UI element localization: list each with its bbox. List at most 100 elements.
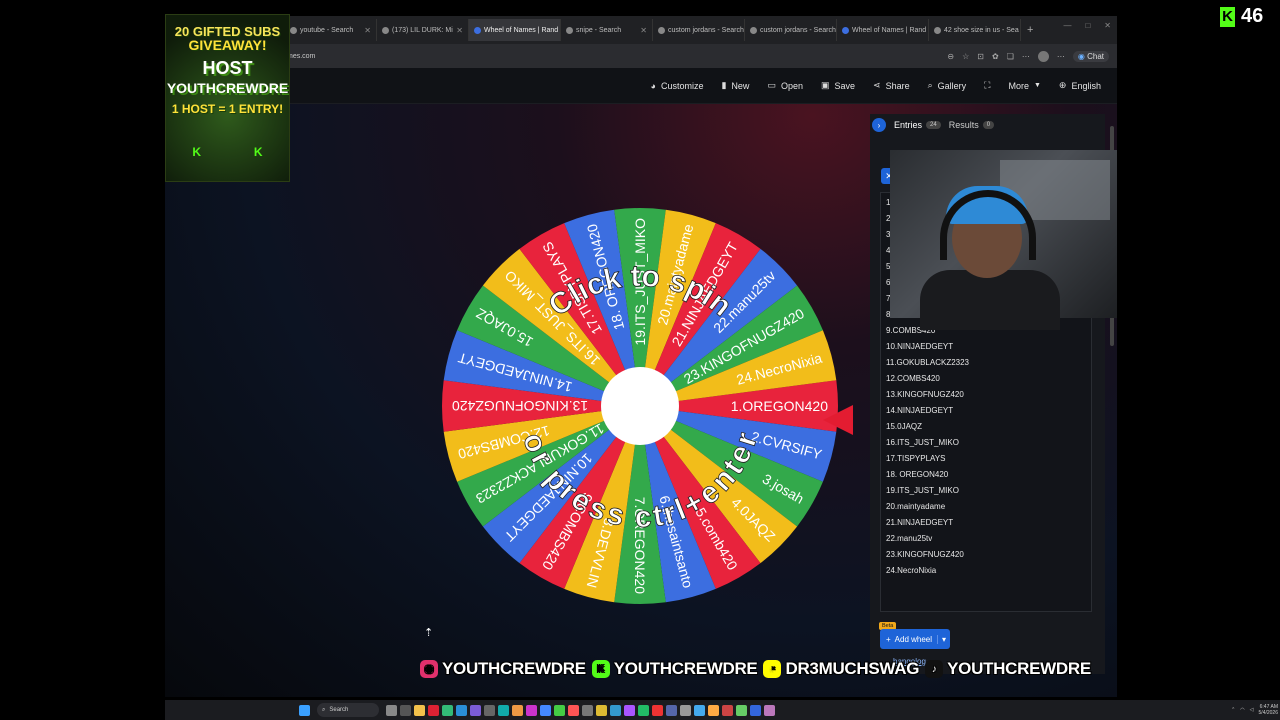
close-window-icon[interactable]: ✕ xyxy=(1104,21,1111,30)
tray-chevron-icon[interactable]: ⌃ xyxy=(1231,707,1235,713)
toolbar-label: Share xyxy=(885,80,910,91)
profile-avatar[interactable] xyxy=(1037,50,1049,62)
toolbar-gallery-button[interactable]: ⌕ Gallery xyxy=(928,80,967,91)
browser-tab[interactable]: (173) LIL DURK: Mi ✕ xyxy=(377,19,469,41)
app-icon-23[interactable] xyxy=(750,704,761,716)
url-field[interactable]: mes.com xyxy=(287,53,315,60)
minimize-icon[interactable]: — xyxy=(1063,21,1071,30)
toolbar-open-button[interactable]: ▭ Open xyxy=(767,80,803,91)
extensions-icon[interactable]: ⊡ xyxy=(977,52,984,61)
entry-line: 19.ITS_JUST_MIKO xyxy=(886,486,959,495)
kick-icon: K xyxy=(591,660,610,678)
palette-icon: ◕ xyxy=(650,80,656,91)
taskbar-search[interactable]: ⌕ Search xyxy=(317,703,379,717)
toolbar-save-button[interactable]: ▣ Save xyxy=(821,80,855,91)
app-icon-19[interactable] xyxy=(694,704,705,716)
add-wheel-button[interactable]: + Add wheel ▾ xyxy=(880,629,950,649)
wifi-icon[interactable]: ◠ xyxy=(1240,707,1244,713)
browser-tab[interactable]: youtube - Search ✕ xyxy=(285,19,377,41)
app-icon-16[interactable] xyxy=(652,704,663,716)
viewer-count: K 46 xyxy=(1220,5,1263,28)
tab-close-icon[interactable]: ✕ xyxy=(364,26,371,35)
settings-icon[interactable]: ⋯ xyxy=(1022,52,1030,61)
app-icon-7[interactable] xyxy=(526,704,537,716)
tab-favicon-icon xyxy=(474,26,481,34)
app-icon-13[interactable] xyxy=(610,704,621,716)
app-icon-12[interactable] xyxy=(596,704,607,716)
browser-tab[interactable]: 42 shoe size in us - Sea✕ xyxy=(929,19,1021,41)
overflow-menu-icon[interactable]: ⋯ xyxy=(1057,52,1065,61)
browser-tab[interactable]: custom jordans - Search✕ xyxy=(653,19,745,41)
app-icon-9[interactable] xyxy=(554,704,565,716)
search-icon: ⌕ xyxy=(927,80,933,90)
tab-favicon-icon xyxy=(750,26,757,34)
app-icon-17[interactable] xyxy=(666,704,677,716)
reader-icon[interactable]: ⊖ xyxy=(947,52,954,61)
toolbar-customize-button[interactable]: ◕ Customize xyxy=(651,81,704,91)
social-handle: ◔ DR3MUCHSWAG xyxy=(763,659,919,679)
browser-tab[interactable]: Wheel of Names | Rand✕ xyxy=(469,19,561,41)
browser-tab[interactable]: Wheel of Names | Rand✕ xyxy=(837,19,929,41)
wheel-of-names[interactable]: 1.OREGON4202.CVRSIFY3.josah4.0JAQZ5.comb… xyxy=(442,138,838,658)
toolbar-new-button[interactable]: ▮ New xyxy=(721,80,749,91)
tab-title: custom jordans - Search xyxy=(668,26,744,34)
tab-favicon-icon xyxy=(566,26,573,34)
toolbar-english-button[interactable]: ⊕ English xyxy=(1059,80,1101,91)
browser-tab[interactable]: snipe - Search ✕ xyxy=(561,19,653,41)
app-icon-4[interactable] xyxy=(484,704,495,716)
app-icon-20[interactable] xyxy=(708,704,719,716)
entry-line: 15.0JAQZ xyxy=(886,422,923,431)
task-view-icon[interactable] xyxy=(386,704,397,716)
app-icon-24[interactable] xyxy=(764,704,775,716)
toolbar-more-button[interactable]: More ▼ xyxy=(1008,81,1040,91)
app-icon-21[interactable] xyxy=(722,704,733,716)
start-icon[interactable] xyxy=(299,704,310,716)
app-icon-1[interactable] xyxy=(428,704,439,716)
tab-entries[interactable]: Entries 24 xyxy=(894,120,941,130)
entries-count-badge: 24 xyxy=(926,121,941,129)
app-icon-3[interactable] xyxy=(470,704,481,716)
app-icon-10[interactable] xyxy=(568,704,579,716)
chevron-down-icon[interactable]: ▾ xyxy=(936,634,950,644)
edge-icon[interactable] xyxy=(456,704,467,716)
chat-button[interactable]: ◉ Chat xyxy=(1072,50,1109,62)
file-explorer-icon[interactable] xyxy=(414,704,425,716)
tab-close-icon[interactable]: ✕ xyxy=(640,26,647,35)
toolbar-share-button[interactable]: ⋖ Share xyxy=(873,80,910,91)
folder-icon: ▭ xyxy=(767,80,776,90)
wheel-toolbar: ◕ Customize ▮ New ▭ Open ▣ Save ⋖ Share ⌕ Gallery ⛶ M… xyxy=(165,68,1117,104)
app-icon-15[interactable] xyxy=(638,704,649,716)
wheel-slice-label: 1.OREGON420 xyxy=(731,398,828,414)
collections-icon[interactable]: ✿ xyxy=(992,52,999,61)
widgets-icon[interactable] xyxy=(400,704,411,716)
app-icon-2[interactable] xyxy=(442,704,453,716)
save-icon: ▣ xyxy=(820,80,830,90)
mouse-cursor-icon: ⇡ xyxy=(424,627,434,639)
app-icon-11[interactable] xyxy=(582,704,593,716)
new-tab-button[interactable]: + xyxy=(1027,24,1033,36)
app-icon-18[interactable] xyxy=(680,704,691,716)
social-handle-text: DR3MUCHSWAG xyxy=(785,659,920,678)
toolbar-label: Open xyxy=(780,80,803,91)
toolbar-fullscreen-button[interactable]: ⛶ xyxy=(984,80,990,91)
app-icon-8[interactable] xyxy=(540,704,551,716)
promo-line-2: GIVEAWAY! xyxy=(188,37,267,53)
app-icon-5[interactable] xyxy=(498,704,509,716)
tab-results-label: Results xyxy=(948,120,979,130)
fullscreen-icon: ⛶ xyxy=(984,80,991,90)
favorites-icon[interactable]: ❏ xyxy=(1007,52,1014,61)
entry-line: 11.GOKUBLACKZ2323 xyxy=(886,358,970,367)
collapse-panel-icon[interactable]: › xyxy=(872,118,886,132)
tab-results[interactable]: Results 0 xyxy=(948,120,995,130)
app-icon-14[interactable] xyxy=(624,704,635,716)
tab-close-icon[interactable]: ✕ xyxy=(456,26,463,35)
social-handle-text: YOUTHCREWDRE xyxy=(947,659,1091,678)
browser-tab[interactable]: custom jordans - Search✕ xyxy=(745,19,837,41)
maximize-icon[interactable]: □ xyxy=(1085,21,1090,30)
app-icon-6[interactable] xyxy=(512,704,523,716)
clock[interactable]: 6:47 AM 5/4/2026 xyxy=(1259,704,1278,716)
favorite-star-icon[interactable]: ☆ xyxy=(962,52,969,61)
app-icon-22[interactable] xyxy=(736,704,747,716)
system-tray: ⌃ ◠ ◁ 6:47 AM 5/4/2026 xyxy=(1231,704,1278,716)
volume-icon[interactable]: ◁ xyxy=(1250,707,1254,713)
